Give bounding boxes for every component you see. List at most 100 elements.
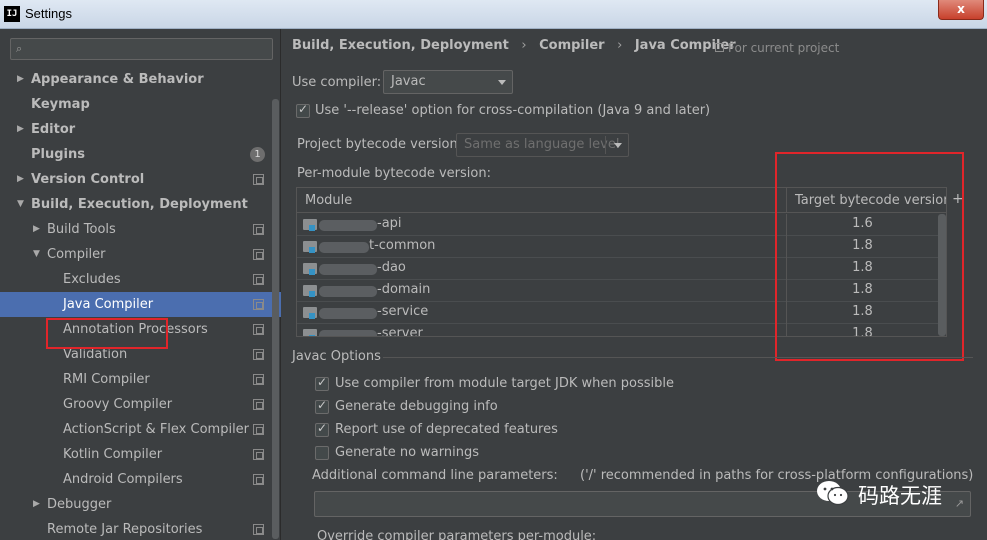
- report-deprecated-label: Report use of deprecated features: [335, 422, 558, 437]
- module-name: -server: [377, 326, 423, 337]
- project-level-icon: [253, 399, 264, 410]
- module-icon: [303, 307, 317, 319]
- module-name: -api: [377, 216, 402, 231]
- additional-params-label: Additional command line parameters:: [312, 468, 558, 483]
- sidebar-item-excludes[interactable]: Excludes: [0, 267, 281, 292]
- release-option-label: Use '--release' option for cross-compila…: [315, 103, 711, 118]
- generate-debug-info-checkbox[interactable]: [315, 398, 329, 414]
- project-level-icon: [253, 449, 264, 460]
- chevron-down-icon[interactable]: ▼: [17, 192, 24, 217]
- project-level-icon: [253, 374, 264, 385]
- module-icon: [303, 285, 317, 297]
- use-module-jdk-checkbox[interactable]: [315, 375, 329, 391]
- sidebar-item-kotlin-compiler[interactable]: Kotlin Compiler: [0, 442, 281, 467]
- project-level-icon: [253, 424, 264, 435]
- breadcrumb-item: Build, Execution, Deployment: [292, 38, 509, 53]
- project-level-icon: [253, 349, 264, 360]
- expand-icon[interactable]: ↗: [955, 497, 964, 510]
- sidebar-item-label: Keymap: [31, 97, 90, 112]
- chevron-right-icon[interactable]: ▶: [17, 167, 24, 192]
- sidebar-item-label: Java Compiler: [63, 297, 154, 312]
- project-bytecode-select[interactable]: Same as language level: [456, 133, 629, 157]
- sidebar-item-compiler[interactable]: ▼ Compiler: [0, 242, 281, 267]
- sidebar-scrollbar[interactable]: [272, 99, 279, 539]
- module-icon: [303, 241, 317, 253]
- sidebar-item-label: ActionScript & Flex Compiler: [63, 422, 250, 437]
- sidebar-item-remote-jar-repositories[interactable]: Remote Jar Repositories: [0, 517, 281, 540]
- intellij-app-icon: IJ: [4, 6, 20, 22]
- window-title: Settings: [25, 6, 72, 21]
- sidebar-item-label: Compiler: [47, 247, 106, 262]
- project-level-icon: [253, 274, 264, 285]
- settings-search-input[interactable]: ⌕: [10, 38, 273, 60]
- sidebar-item-actionscript-flex-compiler[interactable]: ActionScript & Flex Compiler: [0, 417, 281, 442]
- for-current-project-note: For current project: [715, 41, 839, 55]
- plugins-update-badge: 1: [250, 147, 265, 162]
- project-level-icon: [253, 524, 264, 535]
- redacted-name: [319, 264, 377, 275]
- project-bytecode-label: Project bytecode version:: [297, 137, 463, 152]
- no-warnings-label: Generate no warnings: [335, 445, 480, 460]
- sidebar-item-editor[interactable]: ▶ Editor: [0, 117, 281, 142]
- chevron-right-icon[interactable]: ▶: [33, 492, 40, 517]
- settings-main-panel: Build, Execution, Deployment › Compiler …: [282, 29, 987, 540]
- module-name: t-common: [369, 238, 436, 253]
- sidebar-item-label: Version Control: [31, 172, 145, 187]
- sidebar-item-label: Plugins: [31, 147, 85, 162]
- sidebar-item-plugins[interactable]: Plugins 1: [0, 142, 281, 167]
- column-header-module[interactable]: Module: [305, 193, 352, 208]
- title-bar: IJ Settings x: [0, 0, 987, 29]
- sidebar-item-label: Editor: [31, 122, 76, 137]
- combo-divider: [605, 136, 606, 154]
- javac-options-title: Javac Options: [292, 349, 381, 364]
- sidebar-item-groovy-compiler[interactable]: Groovy Compiler: [0, 392, 281, 417]
- sidebar-item-label: Remote Jar Repositories: [47, 522, 203, 537]
- watermark-text: 码路无涯: [858, 484, 942, 508]
- sidebar-item-label: Debugger: [47, 497, 112, 512]
- redacted-name: [319, 220, 377, 231]
- sidebar-item-label: Android Compilers: [63, 472, 183, 487]
- project-bytecode-value: Same as language level: [464, 137, 620, 152]
- module-icon: [303, 263, 317, 275]
- sidebar-item-label: Groovy Compiler: [63, 397, 173, 412]
- sidebar-item-version-control[interactable]: ▶ Version Control: [0, 167, 281, 192]
- project-level-icon: [253, 249, 264, 260]
- sidebar-item-build-execution-deployment[interactable]: ▼ Build, Execution, Deployment: [0, 192, 281, 217]
- use-compiler-select[interactable]: Javac: [383, 70, 513, 94]
- group-divider: [383, 357, 973, 358]
- wechat-logo-icon: [817, 481, 849, 506]
- breadcrumb-separator: ›: [617, 38, 623, 53]
- sidebar-item-label: Build Tools: [47, 222, 116, 237]
- module-name: -service: [377, 304, 429, 319]
- settings-sidebar: ⌕ ▶ Appearance & Behavior Keymap ▶ Edito…: [0, 29, 281, 540]
- project-level-icon: [253, 174, 264, 185]
- redacted-name: [319, 286, 377, 297]
- breadcrumb-item: Compiler: [539, 38, 605, 53]
- module-name: -dao: [377, 260, 406, 275]
- chevron-down-icon: [498, 80, 506, 85]
- sidebar-item-build-tools[interactable]: ▶ Build Tools: [0, 217, 281, 242]
- project-level-icon: [253, 299, 264, 310]
- generate-debug-info-label: Generate debugging info: [335, 399, 498, 414]
- module-icon: [303, 329, 317, 336]
- sidebar-item-rmi-compiler[interactable]: RMI Compiler: [0, 367, 281, 392]
- breadcrumb-separator: ›: [521, 38, 527, 53]
- release-option-checkbox[interactable]: [296, 102, 310, 118]
- chevron-right-icon[interactable]: ▶: [33, 217, 40, 242]
- chevron-right-icon[interactable]: ▶: [17, 117, 24, 142]
- sidebar-item-appearance-behavior[interactable]: ▶ Appearance & Behavior: [0, 67, 281, 92]
- sidebar-item-debugger[interactable]: ▶ Debugger: [0, 492, 281, 517]
- report-deprecated-checkbox[interactable]: [315, 421, 329, 437]
- chevron-down-icon[interactable]: ▼: [33, 242, 40, 267]
- use-module-jdk-label: Use compiler from module target JDK when…: [335, 376, 674, 391]
- sidebar-item-java-compiler[interactable]: Java Compiler: [0, 292, 281, 317]
- sidebar-item-android-compilers[interactable]: Android Compilers: [0, 467, 281, 492]
- sidebar-item-keymap[interactable]: Keymap: [0, 92, 281, 117]
- search-icon: ⌕: [16, 42, 23, 55]
- sidebar-item-label: Build, Execution, Deployment: [31, 197, 248, 212]
- project-level-icon: [253, 324, 264, 335]
- close-window-button[interactable]: x: [938, 0, 984, 20]
- java-compiler-highlight-box: [46, 318, 168, 349]
- no-warnings-checkbox[interactable]: [315, 446, 329, 460]
- chevron-right-icon[interactable]: ▶: [17, 67, 24, 92]
